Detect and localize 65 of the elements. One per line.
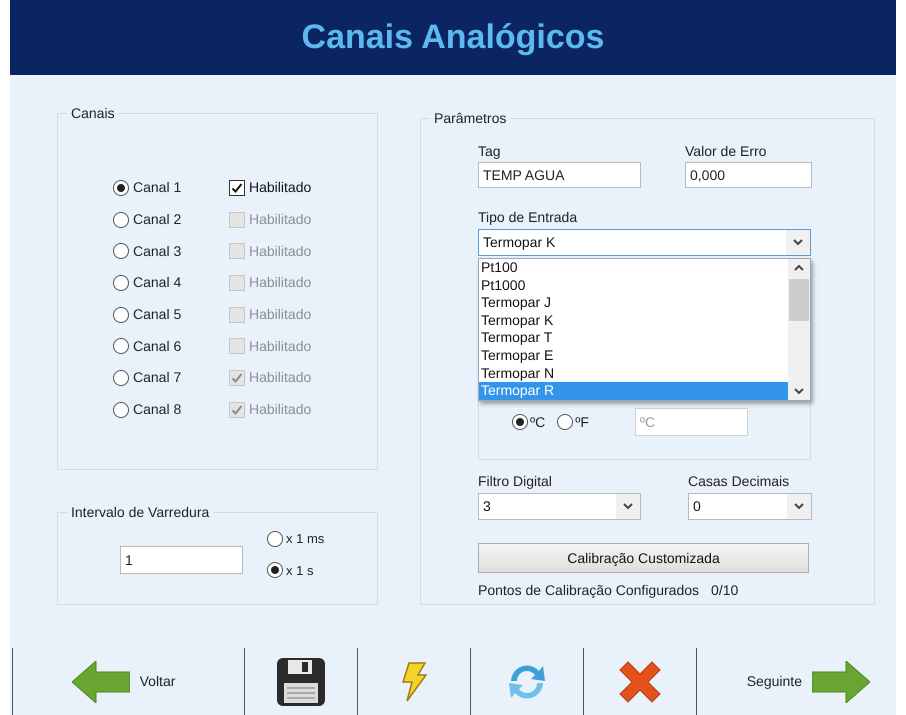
channel-label: Canal 3 (133, 242, 182, 261)
calibration-points-value: 0/10 (711, 581, 738, 600)
checkbox-label: Habilitado (249, 178, 312, 198)
radio-button[interactable] (113, 370, 129, 386)
dropdown-option[interactable]: Pt100 (479, 259, 788, 277)
unit-label: x 1 s (286, 562, 314, 580)
channel-label: Canal 8 (133, 400, 182, 420)
chevron-down-icon (793, 239, 803, 246)
next-button[interactable]: Seguinte (696, 648, 896, 715)
checkbox-label: Habilitado (249, 273, 312, 292)
scrollbar[interactable] (788, 259, 810, 400)
checkbox-label: Habilitado (249, 305, 312, 324)
checkbox[interactable] (229, 180, 245, 196)
dropdown-option[interactable]: Termopar N (479, 364, 788, 382)
unit-label: ºF (575, 412, 589, 432)
radio-button[interactable] (267, 562, 283, 578)
arrow-right-icon (812, 660, 870, 702)
radio-button[interactable] (267, 530, 283, 547)
back-button[interactable]: Voltar (12, 648, 244, 715)
chevron-down-icon (623, 503, 633, 510)
unit-label: ºC (530, 412, 546, 432)
dropdown-option[interactable]: Termopar T (479, 329, 788, 347)
field-label: Valor de Erro (685, 143, 768, 159)
radio-button[interactable] (113, 243, 129, 260)
tag-field[interactable]: TEMP AGUA (478, 162, 641, 188)
channel-label: Canal 6 (133, 336, 182, 356)
field-label: Filtro Digital (478, 473, 553, 489)
chevron-down-icon (794, 503, 804, 510)
channel-label: Canal 4 (133, 273, 182, 292)
arrow-left-icon (72, 660, 130, 702)
dropdown-option[interactable]: Termopar J (479, 294, 788, 312)
channel-label: Canal 2 (133, 210, 182, 230)
checkbox-label: Habilitado (249, 210, 312, 230)
dropdown-option[interactable]: Pt1000 (479, 276, 788, 294)
close-icon (619, 660, 661, 702)
page-title: Canais Analógicos (302, 17, 604, 58)
field-label: Casas Decimais (688, 473, 790, 489)
calibration-button[interactable]: Calibração Customizada (478, 543, 809, 573)
checkbox-label: Habilitado (249, 368, 312, 388)
chevron-up-icon (794, 264, 804, 271)
calibration-points-label: Pontos de Calibração Configurados (478, 581, 700, 600)
lightning-icon (399, 662, 429, 702)
checkbox-label: Habilitado (249, 400, 312, 420)
radio-button[interactable] (113, 338, 129, 354)
checkbox-label: Habilitado (249, 242, 312, 261)
dropdown[interactable]: Termopar K (478, 229, 811, 256)
field-label: Tag (478, 143, 502, 159)
error-value-field[interactable]: 0,000 (685, 162, 812, 188)
chevron-down-icon (794, 388, 804, 395)
dropdown[interactable]: 3 (478, 493, 641, 520)
field-label: Tipo de Entrada (478, 209, 578, 225)
unit-label: x 1 ms (286, 530, 324, 548)
interval-field[interactable]: 1 (120, 546, 243, 574)
channel-label: Canal 7 (133, 368, 182, 388)
radio-button[interactable] (113, 274, 129, 291)
channel-label: Canal 1 (133, 178, 182, 198)
checkbox-label: Habilitado (249, 336, 312, 356)
dropdown-option[interactable]: Termopar K (479, 312, 788, 330)
radio-button[interactable] (113, 212, 129, 228)
radio-button[interactable] (113, 180, 129, 196)
dropdown[interactable]: 0 (688, 493, 812, 520)
radio-button[interactable] (113, 402, 129, 418)
channel-label: Canal 5 (133, 305, 182, 324)
radio-button[interactable] (113, 306, 129, 323)
dropdown-option[interactable]: Termopar E (479, 346, 788, 365)
